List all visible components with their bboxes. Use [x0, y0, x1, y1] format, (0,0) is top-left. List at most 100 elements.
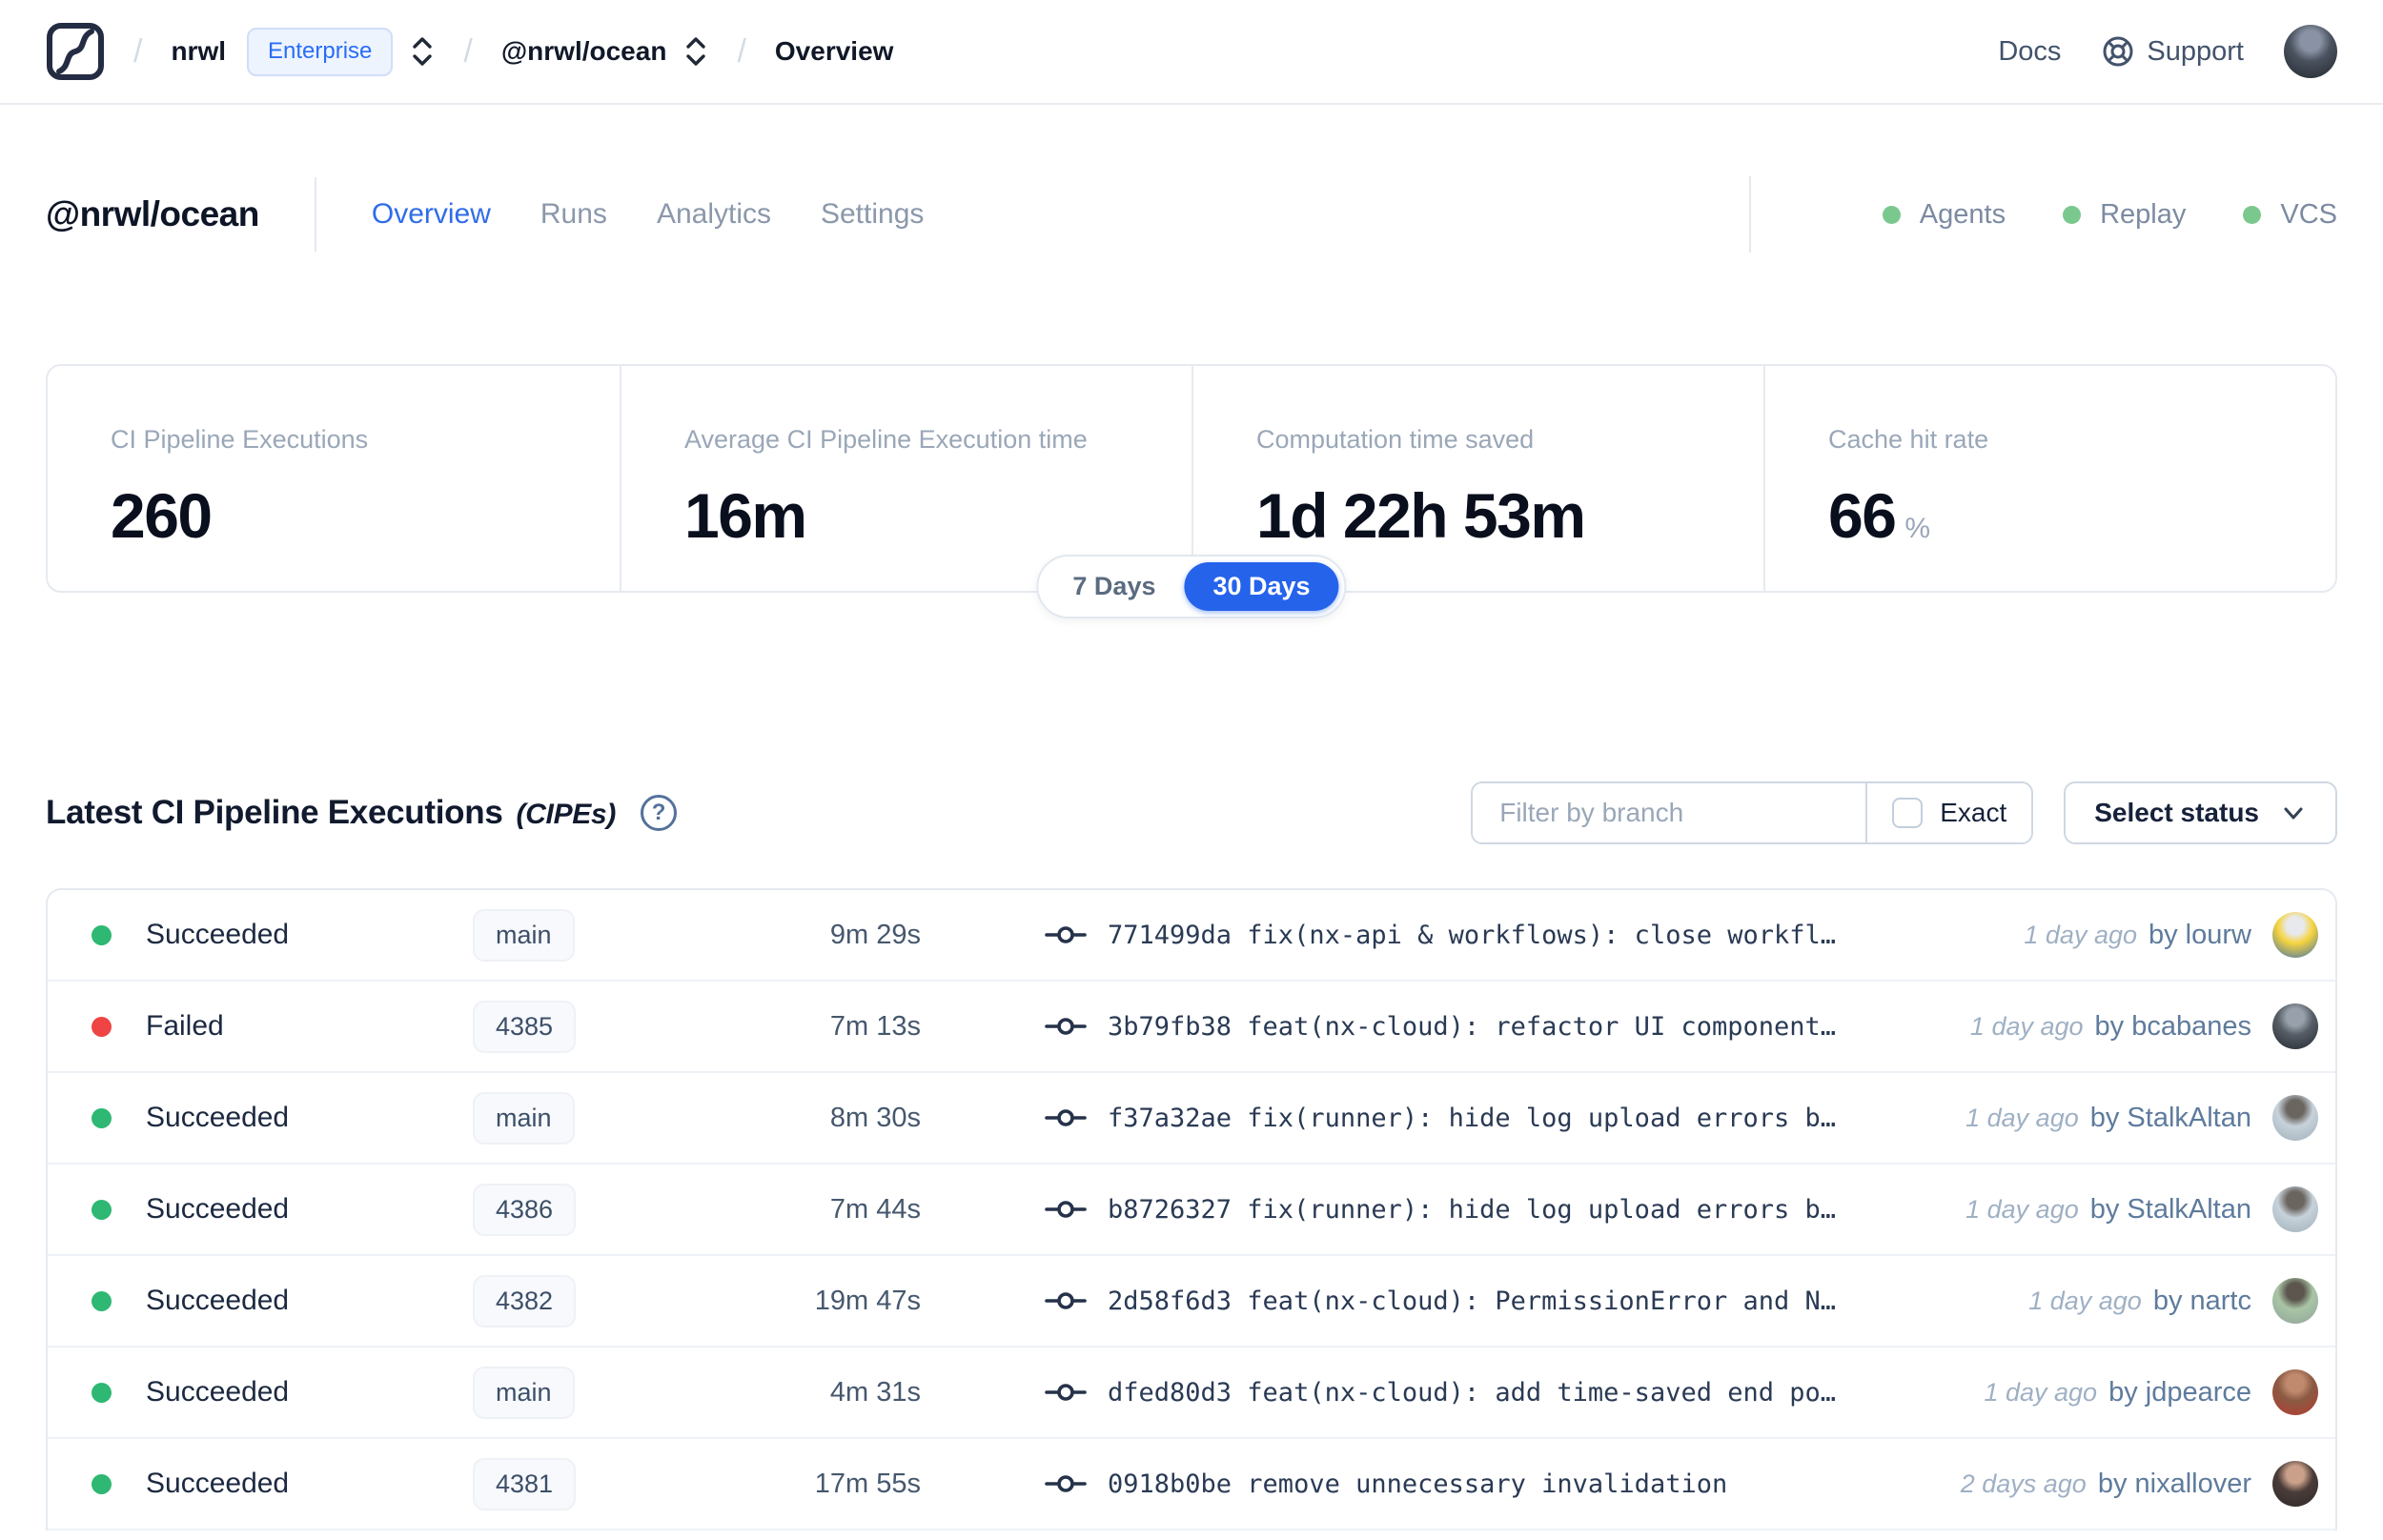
- duration-cell: 8m 30s: [829, 1102, 921, 1133]
- tab-analytics[interactable]: Analytics: [657, 198, 771, 231]
- author-avatar[interactable]: [2272, 1003, 2318, 1049]
- commit-author: by nartc: [2152, 1285, 2251, 1316]
- commit-message[interactable]: 2d58f6d3 feat(nx-cloud): PermissionError…: [1108, 1287, 1836, 1316]
- branch-cell: 4385: [473, 1000, 740, 1053]
- status-dot: [92, 924, 112, 945]
- commit-message[interactable]: 3b79fb38 feat(nx-cloud): refactor UI com…: [1108, 1012, 1836, 1042]
- commit-message[interactable]: 771499da fix(nx-api & workflows): close …: [1108, 921, 1836, 950]
- meta-cell: 1 day ago by nartc: [2028, 1278, 2318, 1324]
- range-7-days[interactable]: 7 Days: [1044, 562, 1184, 611]
- duration-cell: 17m 55s: [814, 1468, 921, 1499]
- cipe-section-header: Latest CI Pipeline Executions(CIPEs) ? E…: [46, 781, 2337, 844]
- branch-cell: 4382: [473, 1274, 740, 1327]
- time-ago: 1 day ago: [1965, 1103, 2079, 1132]
- branch-badge[interactable]: 4382: [473, 1274, 577, 1327]
- user-avatar[interactable]: [2284, 25, 2337, 78]
- duration-cell: 7m 44s: [829, 1193, 921, 1225]
- tab-overview[interactable]: Overview: [372, 198, 491, 231]
- branch-badge[interactable]: 4381: [473, 1457, 577, 1510]
- git-commit-icon: [1045, 1012, 1087, 1041]
- divider: [1748, 176, 1751, 253]
- question-circle-icon[interactable]: ?: [641, 795, 678, 831]
- time-ago: 1 day ago: [1969, 1011, 2084, 1041]
- stat-card-cache-hit-rate: Cache hit rate 66%: [1763, 366, 2335, 591]
- table-row[interactable]: Failed 4385 7m 13s 3b79fb38 feat(nx-clou…: [48, 982, 2335, 1073]
- git-commit-icon: [1045, 1104, 1087, 1132]
- status-dot: [92, 1290, 112, 1311]
- status-dot: [92, 1107, 112, 1128]
- docs-link[interactable]: Docs: [1998, 36, 2061, 68]
- table-row[interactable]: Succeeded main 8m 30s f37a32ae fix(runne…: [48, 1073, 2335, 1165]
- table-row[interactable]: Succeeded 4382 19m 47s 2d58f6d3 feat(nx-…: [48, 1256, 2335, 1348]
- commit-message[interactable]: b8726327 fix(runner): hide log upload er…: [1108, 1195, 1836, 1225]
- green-status-dot: [1882, 205, 1901, 224]
- top-navbar: / nrwl Enterprise / @nrwl/ocean / Overvi…: [0, 0, 2383, 105]
- table-row[interactable]: Succeeded main 4m 31s dfed80d3 feat(nx-c…: [48, 1348, 2335, 1439]
- tab-settings[interactable]: Settings: [821, 198, 924, 231]
- tab-runs[interactable]: Runs: [540, 198, 607, 231]
- commit-cell: dfed80d3 feat(nx-cloud): add time-saved …: [1045, 1378, 1836, 1408]
- commit-message[interactable]: 0918b0be remove unnecessary invalidation: [1108, 1469, 1727, 1499]
- author-avatar[interactable]: [2272, 1095, 2318, 1141]
- time-ago: 1 day ago: [2028, 1286, 2142, 1315]
- git-commit-icon: [1045, 1287, 1087, 1315]
- page-title: @nrwl/ocean: [46, 194, 259, 233]
- commit-message[interactable]: dfed80d3 feat(nx-cloud): add time-saved …: [1108, 1378, 1836, 1408]
- branch-badge[interactable]: main: [473, 1091, 575, 1145]
- branch-cell: main: [473, 1091, 740, 1145]
- exact-toggle: Exact: [1865, 783, 2031, 842]
- branch-filter-input[interactable]: [1473, 783, 1866, 842]
- breadcrumb-separator: /: [737, 32, 746, 70]
- author-avatar[interactable]: [2272, 1369, 2318, 1415]
- author-avatar[interactable]: [2272, 1278, 2318, 1324]
- percent-unit: %: [1904, 513, 1931, 544]
- commit-cell: 771499da fix(nx-api & workflows): close …: [1045, 921, 1836, 950]
- support-link[interactable]: Support: [2101, 34, 2244, 69]
- status-vcs[interactable]: VCS: [2243, 199, 2337, 231]
- status-dot: [92, 1199, 112, 1220]
- author-avatar[interactable]: [2272, 1186, 2318, 1232]
- branch-badge[interactable]: main: [473, 908, 575, 962]
- duration-cell: 4m 31s: [829, 1376, 921, 1408]
- workspace-tabs: Overview Runs Analytics Settings: [372, 198, 925, 231]
- stat-card-ci-pipeline-executions: CI Pipeline Executions 260: [111, 425, 369, 551]
- status-agents[interactable]: Agents: [1882, 199, 2006, 231]
- range-30-days[interactable]: 30 Days: [1184, 562, 1339, 611]
- meta-cell: 1 day ago by StalkAltan: [1965, 1095, 2318, 1141]
- meta-cell: 1 day ago by bcabanes: [1970, 1003, 2318, 1049]
- author-avatar[interactable]: [2272, 912, 2318, 958]
- breadcrumb-workspace[interactable]: @nrwl/ocean: [501, 36, 667, 67]
- breadcrumb-org[interactable]: nrwl: [171, 36, 226, 67]
- exact-label: Exact: [1940, 798, 2007, 827]
- time-ago: 1 day ago: [2024, 920, 2137, 949]
- table-row[interactable]: Succeeded main 9m 29s 771499da fix(nx-ap…: [48, 890, 2335, 982]
- green-status-dot: [2063, 205, 2082, 224]
- branch-cell: 4381: [473, 1457, 740, 1510]
- workspace-switcher-chevron-up-down-icon[interactable]: [683, 33, 708, 70]
- status-dot: [92, 1016, 112, 1037]
- author-avatar[interactable]: [2272, 1461, 2318, 1507]
- time-ago: 1 day ago: [1984, 1377, 2098, 1407]
- commit-cell: 2d58f6d3 feat(nx-cloud): PermissionError…: [1045, 1287, 1836, 1316]
- environment-status: Agents Replay VCS: [1748, 176, 2337, 253]
- org-switcher-chevron-up-down-icon[interactable]: [410, 33, 435, 70]
- status-replay[interactable]: Replay: [2063, 199, 2186, 231]
- green-status-dot: [2243, 205, 2262, 224]
- commit-message[interactable]: f37a32ae fix(runner): hide log upload er…: [1108, 1104, 1836, 1133]
- table-filters: Exact Select status: [1471, 781, 2337, 844]
- status-select-dropdown[interactable]: Select status: [2064, 781, 2337, 844]
- chevron-down-icon: [2280, 800, 2307, 826]
- section-title-suffix: (CIPEs): [516, 799, 617, 830]
- branch-badge[interactable]: main: [473, 1366, 575, 1419]
- exact-checkbox[interactable]: [1892, 798, 1924, 828]
- table-row[interactable]: Succeeded 4386 7m 44s b8726327 fix(runne…: [48, 1165, 2335, 1256]
- commit-author: by bcabanes: [2094, 1010, 2251, 1042]
- workspace-header: @nrwl/ocean Overview Runs Analytics Sett…: [0, 176, 2383, 253]
- branch-badge[interactable]: 4385: [473, 1000, 577, 1053]
- table-row[interactable]: Succeeded 4381 17m 55s 0918b0be remove u…: [48, 1439, 2335, 1530]
- nx-cloud-logo-icon[interactable]: [46, 22, 105, 81]
- status-cell: Failed: [92, 1010, 473, 1043]
- enterprise-badge[interactable]: Enterprise: [247, 27, 394, 76]
- branch-badge[interactable]: 4386: [473, 1183, 577, 1236]
- commit-author: by lourw: [2149, 919, 2251, 950]
